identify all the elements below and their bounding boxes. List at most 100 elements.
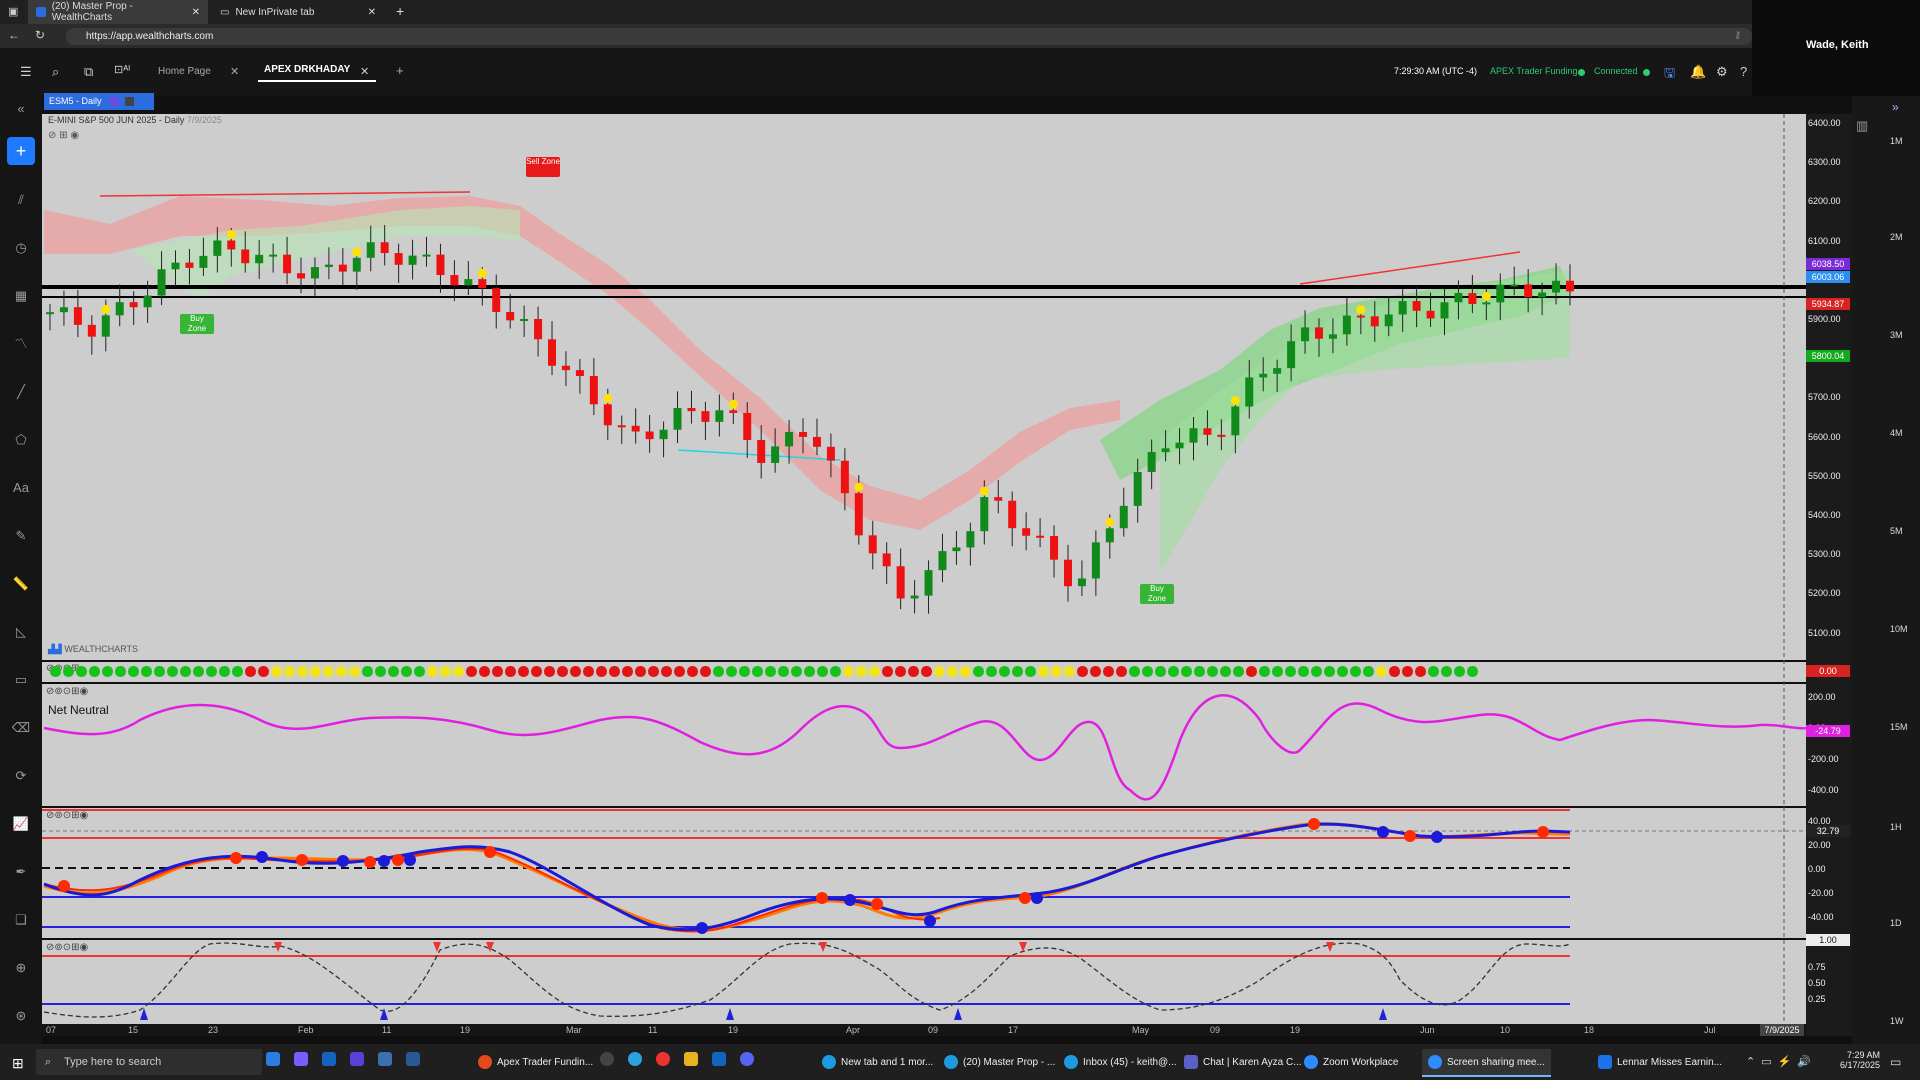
- task-label: (20) Master Prop - ...: [963, 1056, 1056, 1068]
- signal-dot: [1376, 666, 1387, 677]
- outlook-icon[interactable]: [712, 1052, 726, 1066]
- signal-dot: [336, 666, 347, 677]
- signal-dot: [245, 666, 256, 677]
- candle-body: [87, 324, 96, 337]
- net-neutral-line: [43, 694, 1807, 801]
- volume-tick: 3M: [1890, 330, 1903, 340]
- candle-body: [1426, 310, 1435, 319]
- signal-dot: [1337, 666, 1348, 677]
- time-tick: Jun: [1420, 1025, 1435, 1035]
- osc-signal-dot: [924, 915, 936, 927]
- signal-dot: [219, 666, 230, 677]
- signal-dot: [791, 666, 802, 677]
- signal-dot: [1025, 666, 1036, 677]
- candle-body: [227, 240, 236, 250]
- candle-body: [575, 370, 584, 377]
- task-masterprop[interactable]: (20) Master Prop - ...: [944, 1049, 1055, 1075]
- candle-body: [771, 446, 780, 463]
- signal-dot: [1389, 666, 1400, 677]
- osc-signal-dot: [58, 880, 70, 892]
- task-label: New tab and 1 mor...: [841, 1056, 934, 1068]
- watermark-text: WEALTHCHARTS: [64, 644, 139, 654]
- signal-dot: [596, 666, 607, 677]
- telegram-icon[interactable]: [628, 1052, 642, 1066]
- signal-dot: [648, 666, 659, 677]
- signal-dot: [622, 666, 633, 677]
- task-inbox[interactable]: Inbox (45) - keith@...: [1064, 1049, 1177, 1075]
- price-tick: 6400.00: [1808, 118, 1841, 128]
- osc-signal-dot: [337, 855, 349, 867]
- osc-fast-line: [43, 822, 1571, 932]
- candle-body: [1510, 284, 1519, 287]
- task-zoom[interactable]: Zoom Workplace: [1304, 1049, 1398, 1075]
- folder-icon[interactable]: [684, 1052, 698, 1066]
- signal-dot: [167, 666, 178, 677]
- taskbar-date: 6/17/2025: [1839, 1060, 1880, 1070]
- candle-body: [1524, 284, 1533, 298]
- panel-settings-icons[interactable]: ⊘⊚⊙⊞◉: [46, 686, 88, 697]
- indicator-tick: 0.75: [1808, 962, 1826, 972]
- price-tick: 5100.00: [1808, 627, 1841, 638]
- candle-body: [631, 425, 640, 432]
- volume-tick: 2M: [1890, 232, 1903, 242]
- windows-start-icon[interactable]: ⊞: [12, 1055, 24, 1072]
- candle-body: [1328, 334, 1337, 339]
- signal-dot: [466, 666, 477, 677]
- signal-dot: [1233, 666, 1244, 677]
- task-apex[interactable]: Apex Trader Fundin...: [478, 1049, 593, 1075]
- notification-icon[interactable]: ▭: [1890, 1055, 1901, 1069]
- task-edge-newtab[interactable]: New tab and 1 mor...: [822, 1049, 933, 1075]
- zoom-icon: [1304, 1055, 1318, 1069]
- indicator-tick: 20.00: [1808, 840, 1831, 850]
- signal-dot: [921, 666, 932, 677]
- candle-body: [1231, 406, 1240, 436]
- word-icon[interactable]: [406, 1052, 420, 1066]
- signal-dot: [869, 666, 880, 677]
- news-text: Lennar Misses Earnin...: [1617, 1056, 1723, 1068]
- store-icon[interactable]: [266, 1052, 280, 1066]
- signal-dot: [297, 666, 308, 677]
- candle-body: [645, 431, 654, 440]
- candle-body: [1398, 301, 1407, 315]
- candle-body: [464, 279, 473, 286]
- copilot-icon[interactable]: [294, 1052, 308, 1066]
- volume-tick: 1M: [1890, 136, 1903, 146]
- taskbar-search-box[interactable]: ⌕ Type here to search: [36, 1049, 262, 1075]
- candle-body: [1008, 500, 1017, 529]
- panel-settings-icons[interactable]: ⊘⊚⊙⊞◉: [46, 810, 88, 821]
- candle-body: [1189, 428, 1198, 443]
- outlook-icon[interactable]: [322, 1052, 336, 1066]
- panel-settings-icons[interactable]: ⊘⊚⊙⊞◉: [46, 942, 88, 953]
- osc-signal-dot: [378, 855, 390, 867]
- task-chat[interactable]: Chat | Karen Ayza C...: [1184, 1049, 1302, 1075]
- signal-dot: [817, 666, 828, 677]
- candle-body: [506, 312, 515, 321]
- news-widget[interactable]: Lennar Misses Earnin...: [1598, 1049, 1722, 1075]
- signal-dot: [89, 666, 100, 677]
- signal-dot: [843, 666, 854, 677]
- discord-icon[interactable]: [740, 1052, 754, 1066]
- teams-icon: [1184, 1055, 1198, 1069]
- candle-body: [1161, 448, 1170, 453]
- signal-dot: [102, 666, 113, 677]
- signal-dot: [401, 666, 412, 677]
- powerapp-icon[interactable]: [350, 1052, 364, 1066]
- candle-body: [812, 436, 821, 447]
- candle-body: [310, 267, 319, 279]
- candle-body: [1370, 316, 1379, 327]
- task-screen-sharing[interactable]: Screen sharing mee...: [1422, 1049, 1551, 1077]
- system-tray-icons[interactable]: ⌃▭⚡🔊: [1746, 1055, 1817, 1068]
- time-tick: Jul: [1704, 1025, 1716, 1035]
- candle-body: [1482, 302, 1491, 305]
- chrome-icon[interactable]: [656, 1052, 670, 1066]
- teams-icon[interactable]: [378, 1052, 392, 1066]
- maps-icon[interactable]: [600, 1052, 614, 1066]
- signal-dot: [1168, 666, 1179, 677]
- signal-dot: [1454, 666, 1465, 677]
- taskbar-clock[interactable]: 7:29 AM 6/17/2025: [1836, 1050, 1880, 1070]
- price-tick: 5600.00: [1808, 431, 1841, 442]
- buy-marker: [726, 1008, 734, 1020]
- signal-dot: [1129, 666, 1140, 677]
- signal-dot: [477, 268, 487, 278]
- candle-body: [492, 288, 501, 313]
